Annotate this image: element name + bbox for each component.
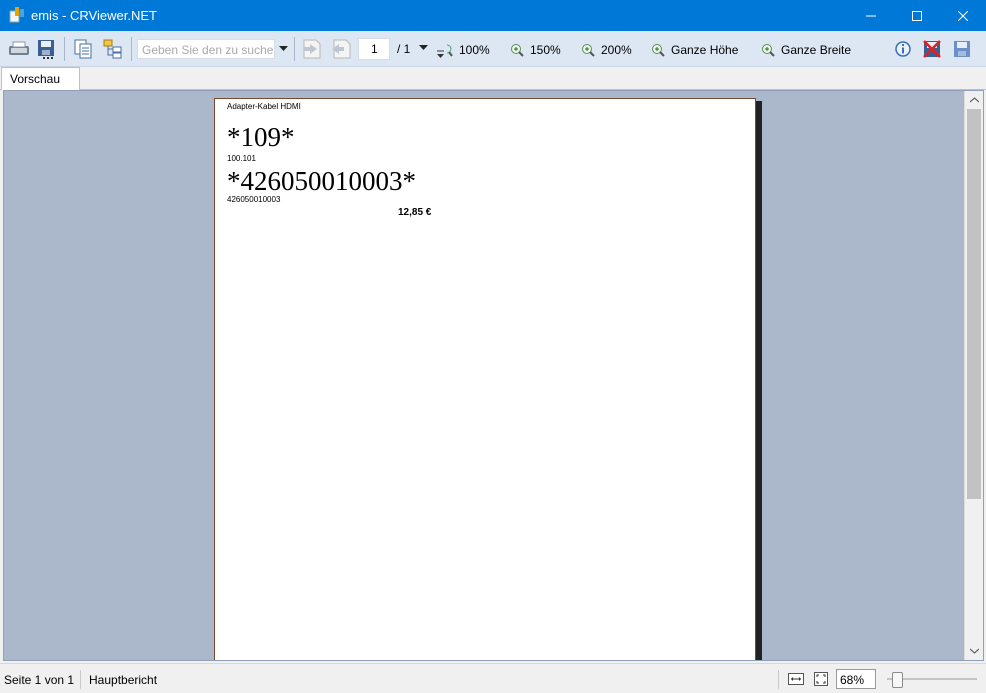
search-dropdown-icon[interactable] [276,39,290,59]
zoom-icon [447,44,453,57]
next-page-icon[interactable] [330,37,354,61]
report-page: Adapter-Kabel HDMI *109* 100.101 *426050… [214,98,756,660]
report-viewer[interactable]: Adapter-Kabel HDMI *109* 100.101 *426050… [3,90,984,661]
ean-number: 426050010003 [227,195,281,204]
status-separator [80,670,81,689]
whole-width-label: Ganze Breite [781,43,852,57]
minimize-button[interactable] [848,0,894,31]
zoom-in-icon [511,44,524,57]
page-info: Seite 1 von 1 [4,673,75,687]
page-number-input[interactable]: 1 [358,38,390,60]
export-icon[interactable] [35,37,59,61]
zoom-200-label: 200% [601,43,632,57]
whole-width-button[interactable]: Ganze Breite [761,40,851,60]
copy-icon[interactable] [71,37,95,61]
window-title: emis - CRViewer.NET [31,8,157,23]
fit-page-icon[interactable] [813,671,829,687]
scroll-down-icon[interactable] [965,642,983,660]
price: 12,85 € [398,207,432,218]
zoom-slider-thumb[interactable] [892,672,903,688]
zoom-150-label: 150% [530,43,561,57]
page-total: / 1 [397,42,411,56]
report-name: Hauptbericht [89,673,158,687]
toolbar: Geben Sie den zu suchen 1 / 1 100% 150% … [0,31,986,67]
info-icon[interactable] [891,37,915,61]
product-name: Adapter-Kabel HDMI [227,102,301,111]
status-bar: Seite 1 von 1 Hauptbericht 68% [0,663,986,693]
close-report-icon[interactable] [920,37,944,61]
fit-width-icon[interactable] [788,671,804,687]
zoom-200-button[interactable]: 200% [581,40,632,60]
search-input[interactable]: Geben Sie den zu suchen [137,39,275,59]
vertical-scrollbar[interactable] [964,91,983,660]
tab-strip: Vorschau [0,67,986,90]
close-button[interactable] [940,0,986,31]
zoom-level-field[interactable]: 68% [836,669,876,689]
toolbar-separator [131,37,132,61]
whole-height-label: Ganze Höhe [671,43,739,57]
zoom-in-icon [582,44,595,57]
status-separator [778,670,779,689]
print-icon[interactable] [7,37,31,61]
zoom-100-label: 100% [459,43,490,57]
maximize-button[interactable] [894,0,940,31]
scrollbar-thumb[interactable] [967,109,981,499]
title-bar: emis - CRViewer.NET [0,0,986,31]
tab-preview[interactable]: Vorschau [1,67,80,90]
barcode-ean: *426050010003* [227,166,416,196]
scroll-up-icon[interactable] [965,91,983,109]
previous-page-icon[interactable] [300,37,324,61]
article-number: 100.101 [227,154,256,163]
whole-height-button[interactable]: Ganze Höhe [651,40,738,60]
save-icon[interactable] [950,37,974,61]
zoom-in-icon [762,44,775,57]
toolbar-separator [294,37,295,61]
group-tree-icon[interactable] [101,37,125,61]
zoom-150-button[interactable]: 150% [510,40,561,60]
zoom-100-button[interactable]: 100% [447,40,490,60]
barcode-article: *109* [227,122,295,152]
app-icon[interactable] [8,6,26,24]
toolbar-separator [64,37,65,61]
zoom-in-icon [652,44,665,57]
page-dropdown-icon[interactable] [416,40,430,56]
toolbar-overflow-icon[interactable] [434,45,448,63]
